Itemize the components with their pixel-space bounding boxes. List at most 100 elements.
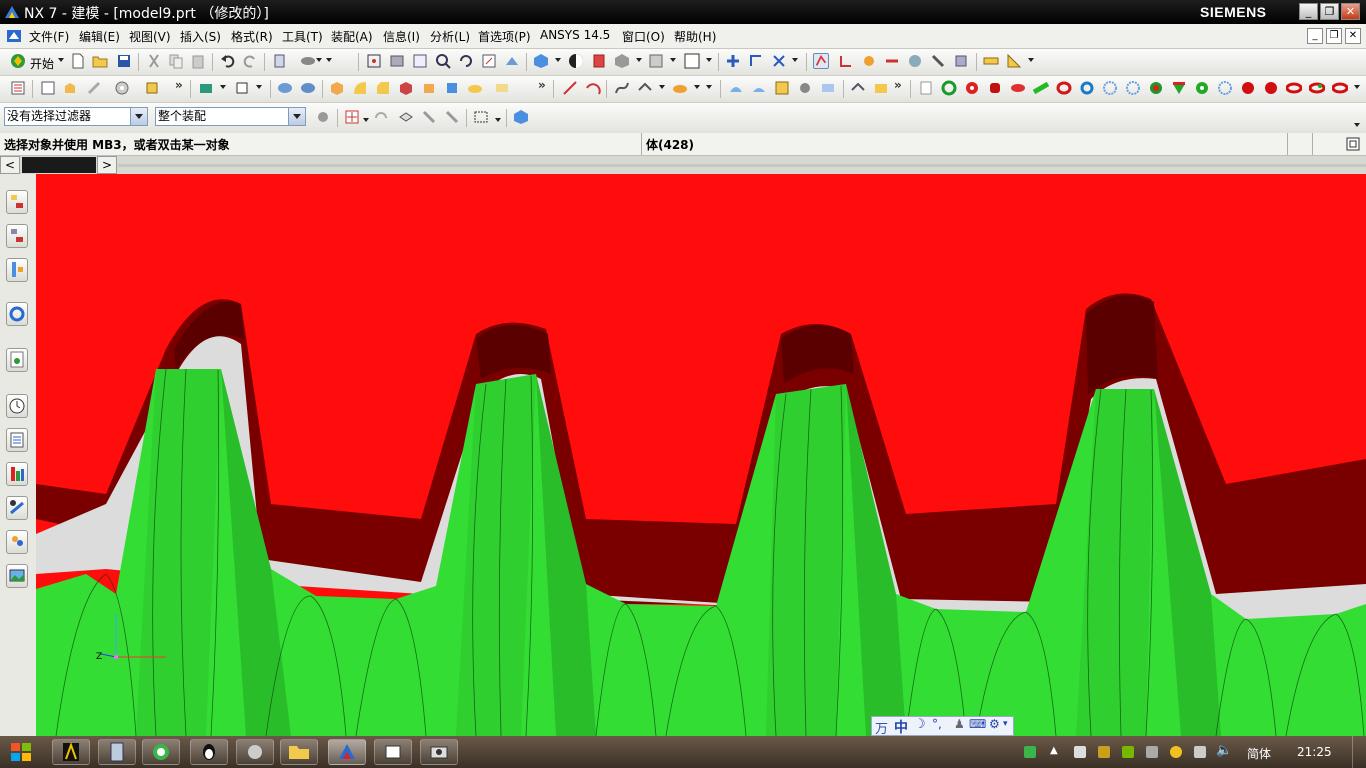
close-button[interactable]: ✕ (1341, 3, 1360, 20)
tray-network-icon[interactable] (1194, 746, 1206, 758)
palette-button[interactable] (6, 564, 28, 588)
select-body-icon[interactable] (444, 109, 460, 125)
menu-insert[interactable]: 插入(S) (180, 28, 221, 45)
gear-red-3-icon[interactable] (1263, 80, 1279, 96)
taskbar-app-qq[interactable] (190, 739, 228, 765)
swept-icon[interactable] (797, 80, 813, 96)
minimize-button[interactable]: _ (1299, 3, 1318, 20)
gear-outline-3-icon[interactable] (1217, 80, 1233, 96)
explode-icon[interactable] (953, 53, 969, 69)
taskbar-app-network[interactable] (236, 739, 274, 765)
hole-icon[interactable] (114, 80, 130, 96)
ime-keyboard-icon[interactable]: ⌨ (969, 717, 986, 731)
graphics-window[interactable]: Z 万 中 ☽ °, ♟ ⌨ ⚙ ▾ (36, 174, 1366, 736)
menu-analysis[interactable]: 分析(L) (430, 28, 470, 45)
wcs-icon[interactable] (725, 53, 741, 69)
taskbar-app-window[interactable] (374, 739, 412, 765)
start-icon[interactable] (10, 53, 26, 69)
roles-button[interactable] (6, 530, 28, 554)
reuse-library-button[interactable] (6, 302, 28, 326)
pattern-icon[interactable] (444, 80, 460, 96)
maximize-button[interactable]: ❐ (1320, 3, 1339, 20)
gear-red-2-icon[interactable] (1240, 80, 1256, 96)
render-style-icon[interactable] (533, 53, 549, 69)
assembly-navigator-button[interactable] (6, 190, 28, 214)
fit-view-icon[interactable] (366, 53, 382, 69)
blank-sheet-icon[interactable] (918, 80, 934, 96)
start-button[interactable]: 开始 (30, 55, 54, 72)
tab-scroll-left-button[interactable]: < (0, 156, 20, 174)
arc-icon[interactable] (585, 80, 601, 96)
component-add-icon[interactable] (861, 53, 877, 69)
ime-moon-icon[interactable]: ☽ (914, 717, 926, 732)
system-materials-button[interactable] (6, 428, 28, 452)
paste-icon[interactable] (190, 53, 206, 69)
selection-box-icon[interactable] (473, 109, 489, 125)
wcs-rotate-icon[interactable] (771, 53, 787, 69)
ruled-surface-icon[interactable] (751, 80, 767, 96)
menu-format[interactable]: 格式(R) (231, 28, 273, 45)
tray-show-hidden-icon[interactable]: ▲ (1050, 745, 1058, 756)
manufacturing-wizard-button[interactable] (6, 496, 28, 520)
extrude-icon[interactable] (62, 80, 78, 96)
select-feature-icon[interactable] (421, 109, 437, 125)
sew-icon[interactable] (850, 80, 866, 96)
perspective-icon[interactable] (504, 53, 520, 69)
ring-blue-icon[interactable] (1079, 80, 1095, 96)
revolve-icon[interactable] (86, 80, 102, 96)
menu-preferences[interactable]: 首选项(P) (478, 28, 531, 45)
tray-volume-icon[interactable]: 🔈 (1216, 743, 1232, 758)
ime-toolbar[interactable]: 万 中 ☽ °, ♟ ⌨ ⚙ ▾ (871, 716, 1014, 736)
move-component-icon[interactable] (907, 53, 923, 69)
subtract-icon[interactable] (300, 80, 316, 96)
menu-ansys[interactable]: ANSYS 14.5 (540, 28, 610, 42)
type-filter-dropdown-icon[interactable] (130, 108, 147, 125)
tray-clock[interactable]: 21:25 (1297, 745, 1332, 759)
redo-icon[interactable] (242, 53, 258, 69)
start-orb-icon[interactable] (10, 742, 32, 762)
orient-view-icon[interactable] (648, 53, 664, 69)
gear-outline-2-icon[interactable] (1125, 80, 1141, 96)
n-sided-surface-icon[interactable] (820, 80, 836, 96)
show-desktop-button[interactable] (1352, 736, 1366, 768)
menu-info[interactable]: 信息(I) (383, 28, 420, 45)
menu-file[interactable]: 文件(F) (29, 28, 69, 45)
document-tab[interactable] (22, 157, 96, 173)
gear-ring-green-icon[interactable] (941, 80, 957, 96)
cut-icon[interactable] (146, 53, 162, 69)
chain-red-icon[interactable] (1286, 80, 1302, 96)
menu-tools[interactable]: 工具(T) (282, 28, 323, 45)
project-curve-icon[interactable] (672, 80, 688, 96)
undo-icon[interactable] (220, 53, 236, 69)
ring-red-icon[interactable] (1056, 80, 1072, 96)
datum-plane-icon[interactable] (198, 80, 214, 96)
hd3d-tools-button[interactable] (6, 348, 28, 372)
taskbar-app-autocad[interactable] (52, 739, 90, 765)
menu-window[interactable]: 窗口(O) (622, 28, 665, 45)
edge-display-icon[interactable] (591, 53, 607, 69)
edge-blend-icon[interactable] (352, 80, 368, 96)
select-face-icon[interactable] (398, 109, 414, 125)
unite-icon[interactable] (277, 80, 293, 96)
ime-user-icon[interactable]: ♟ (954, 717, 965, 731)
line-icon[interactable] (562, 80, 578, 96)
datum-axis-icon[interactable] (234, 80, 250, 96)
shading-icon[interactable] (568, 53, 584, 69)
wcs-origin-icon[interactable] (748, 53, 764, 69)
face-analysis-icon[interactable] (614, 53, 630, 69)
pan-icon[interactable] (481, 53, 497, 69)
gear-red-icon[interactable] (964, 80, 980, 96)
tray-device-icon[interactable] (1074, 746, 1086, 758)
undo-selection-icon[interactable] (373, 109, 389, 125)
rotate-icon[interactable] (458, 53, 474, 69)
selection-scope-select[interactable]: 整个装配 (155, 107, 306, 126)
save-icon[interactable] (116, 53, 132, 69)
trim-body-icon[interactable] (494, 80, 510, 96)
cylinder-gear-icon[interactable] (987, 80, 1003, 96)
doc-restore-button[interactable]: ❐ (1326, 28, 1342, 44)
menu-view[interactable]: 视图(V) (129, 28, 171, 45)
taskbar-app-camera[interactable] (420, 739, 458, 765)
chamfer-icon[interactable] (375, 80, 391, 96)
draft-icon[interactable] (421, 80, 437, 96)
menu-help[interactable]: 帮助(H) (674, 28, 716, 45)
